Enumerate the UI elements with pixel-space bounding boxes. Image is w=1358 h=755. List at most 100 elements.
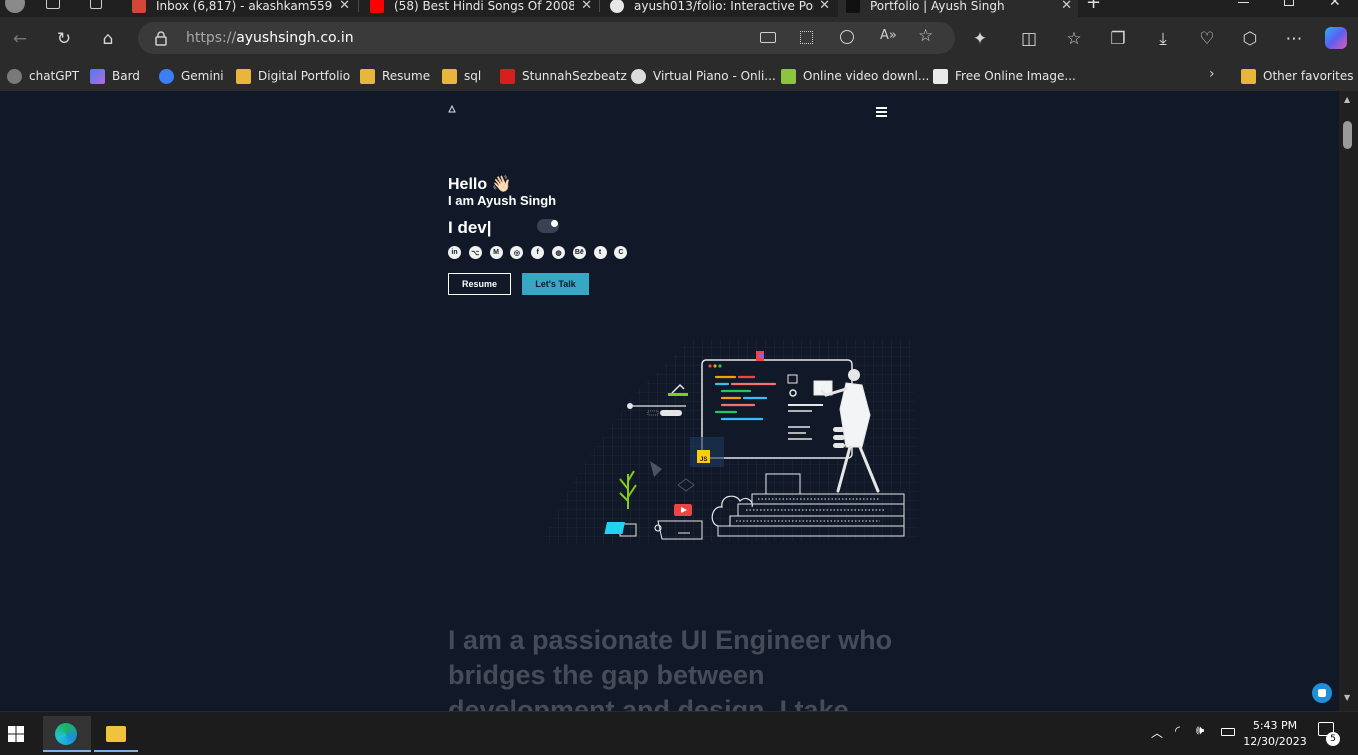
scroll-down-arrow-icon[interactable]: ▼: [1344, 693, 1350, 702]
extensions-icon[interactable]: ✦: [968, 27, 992, 51]
codepen-icon[interactable]: C: [614, 246, 628, 259]
wifi-icon[interactable]: ◜: [1175, 724, 1180, 739]
performance-icon[interactable]: ⬡: [1238, 27, 1262, 51]
favorite-sql[interactable]: sql: [442, 65, 481, 87]
linkedin-icon[interactable]: in: [448, 246, 461, 259]
minimize-icon[interactable]: [1238, 2, 1249, 3]
edge-icon: [55, 723, 77, 745]
close-tab-icon[interactable]: ✕: [819, 0, 830, 13]
medium-icon[interactable]: M: [489, 246, 503, 259]
collections-icon[interactable]: ❐: [1106, 27, 1130, 51]
chevron-right-icon[interactable]: ›: [1209, 66, 1215, 82]
piano-icon: [631, 68, 646, 84]
download-arrow-icon: [781, 68, 796, 84]
home-icon[interactable]: ⌂: [96, 27, 120, 51]
windows-taskbar: ︿ ◜ 🕪 5:43 PM 12/30/2023 5: [0, 711, 1358, 755]
more-menu-icon[interactable]: ⋯: [1282, 27, 1306, 51]
favorite-stunnahsezbeatz[interactable]: StunnahSezbeatz: [500, 65, 627, 87]
scrollbar-thumb[interactable]: [1343, 121, 1352, 149]
theme-toggle[interactable]: [537, 219, 559, 233]
favorites-icon[interactable]: ☆: [1062, 27, 1086, 51]
new-tab-button[interactable]: +: [1086, 0, 1101, 13]
favorite-digital-portfolio[interactable]: Digital Portfolio: [236, 65, 350, 87]
portfolio-page: Hello 👋🏻 I am Ayush Singh I dev| in ⌥ M ◎ f ◍…: [0, 91, 1339, 711]
browser-toolbar: ← ↻ ⌂ https://ayushsingh.co.in A» ☆ ✦ ◫ …: [0, 17, 1358, 61]
lets-talk-button[interactable]: Let's Talk: [522, 273, 589, 295]
split-screen-icon[interactable]: ◫: [1017, 27, 1041, 51]
tab-portfolio[interactable]: Portfolio | Ayush Singh ✕: [838, 0, 1078, 17]
facebook-icon[interactable]: f: [531, 246, 545, 259]
tab-youtube[interactable]: (58) Best Hindi Songs Of 2008 to ✕: [364, 0, 598, 17]
instagram-icon[interactable]: ◎: [510, 246, 524, 259]
volume-icon[interactable]: 🕪: [1196, 723, 1204, 738]
github-icon[interactable]: ⌥: [468, 246, 482, 259]
site-logo-icon[interactable]: [448, 105, 456, 113]
chat-widget-button[interactable]: [1312, 683, 1332, 703]
restore-icon[interactable]: [1284, 0, 1294, 6]
chatgpt-icon: [7, 68, 22, 84]
bard-icon: [90, 68, 105, 84]
back-icon[interactable]: ←: [8, 27, 32, 51]
favorites-bar: chatGPT Bard Gemini Digital Portfolio Re…: [0, 61, 1358, 91]
lock-icon[interactable]: [154, 30, 168, 46]
favorite-chatgpt[interactable]: chatGPT: [7, 65, 79, 87]
favorite-gemini[interactable]: Gemini: [159, 65, 224, 87]
downloads-icon[interactable]: ⤓: [1151, 27, 1175, 51]
system-clock[interactable]: 5:43 PM 12/30/2023: [1240, 718, 1310, 750]
zoom-out-icon[interactable]: [840, 30, 854, 44]
favorite-resume[interactable]: Resume: [360, 65, 430, 87]
gemini-icon: [159, 68, 174, 84]
hero-greeting: Hello 👋🏻: [448, 176, 512, 193]
js-badge-icon: JS: [700, 457, 707, 463]
portfolio-favicon-icon: [846, 0, 860, 13]
dribbble-icon[interactable]: ◍: [552, 246, 565, 259]
gmail-icon: [132, 0, 146, 13]
read-aloud-icon[interactable]: A»: [880, 28, 897, 43]
youtube-icon: [370, 0, 384, 13]
edge-taskbar-button[interactable]: [43, 716, 91, 752]
stunnah-icon: [500, 68, 515, 84]
tab-gmail[interactable]: Inbox (6,817) - akashkam559@gmail.com ✕: [126, 0, 356, 17]
notification-count-badge: 5: [1326, 732, 1340, 746]
close-window-icon[interactable]: ✕: [1329, 0, 1341, 10]
folder-icon: [236, 68, 251, 84]
tab-strip: Inbox (6,817) - akashkam559@gmail.com ✕ …: [0, 0, 1358, 17]
address-bar[interactable]: https://ayushsingh.co.in A» ☆: [138, 22, 955, 54]
refresh-icon[interactable]: ↻: [52, 27, 76, 51]
tab-github[interactable]: ayush013/folio: Interactive Portfolio ✕: [604, 0, 836, 17]
profile-avatar[interactable]: [5, 0, 25, 13]
hero-name: I am Ayush Singh: [448, 193, 557, 208]
behance-icon[interactable]: Bē: [572, 246, 586, 259]
developer-illustration: JS: [540, 339, 918, 545]
favorite-image-tool[interactable]: Free Online Image...: [933, 65, 1076, 87]
close-tab-icon[interactable]: ✕: [339, 0, 350, 13]
scroll-up-arrow-icon[interactable]: ▲: [1344, 95, 1350, 104]
browser-essentials-icon[interactable]: ♡: [1195, 27, 1219, 51]
copilot-icon[interactable]: [1325, 27, 1347, 49]
favorite-video-downloader[interactable]: Online video downl...: [781, 65, 929, 87]
resume-button[interactable]: Resume: [448, 273, 511, 295]
battery-icon[interactable]: [1221, 728, 1235, 736]
file-explorer-taskbar-button[interactable]: [94, 716, 138, 752]
favorite-bard[interactable]: Bard: [90, 65, 140, 87]
favorite-virtual-piano[interactable]: Virtual Piano - Onli...: [631, 65, 776, 87]
about-intro-text: I am a passionate UI Engineer who bridge…: [448, 625, 893, 711]
page-scrollbar[interactable]: ▲ ▼: [1339, 91, 1358, 711]
favorite-star-icon[interactable]: ☆: [918, 26, 933, 46]
app-available-icon[interactable]: [760, 32, 776, 43]
folder-icon: [442, 68, 457, 84]
other-favorites[interactable]: Other favorites: [1241, 65, 1354, 87]
folder-icon: [1241, 68, 1256, 84]
windows-start-icon[interactable]: [8, 726, 24, 742]
github-icon: [610, 0, 624, 13]
vertical-tabs-icon[interactable]: [90, 0, 102, 9]
folder-icon: [360, 68, 375, 84]
close-tab-icon[interactable]: ✕: [581, 0, 592, 13]
twitter-icon[interactable]: t: [593, 246, 607, 259]
workspaces-icon[interactable]: [46, 0, 60, 9]
close-tab-icon[interactable]: ✕: [1061, 0, 1072, 13]
chevron-up-icon[interactable]: ︿: [1151, 724, 1163, 741]
hero-typed-text: I dev|: [448, 218, 492, 237]
qr-code-icon[interactable]: [800, 31, 813, 44]
hamburger-menu-icon[interactable]: [876, 107, 887, 117]
